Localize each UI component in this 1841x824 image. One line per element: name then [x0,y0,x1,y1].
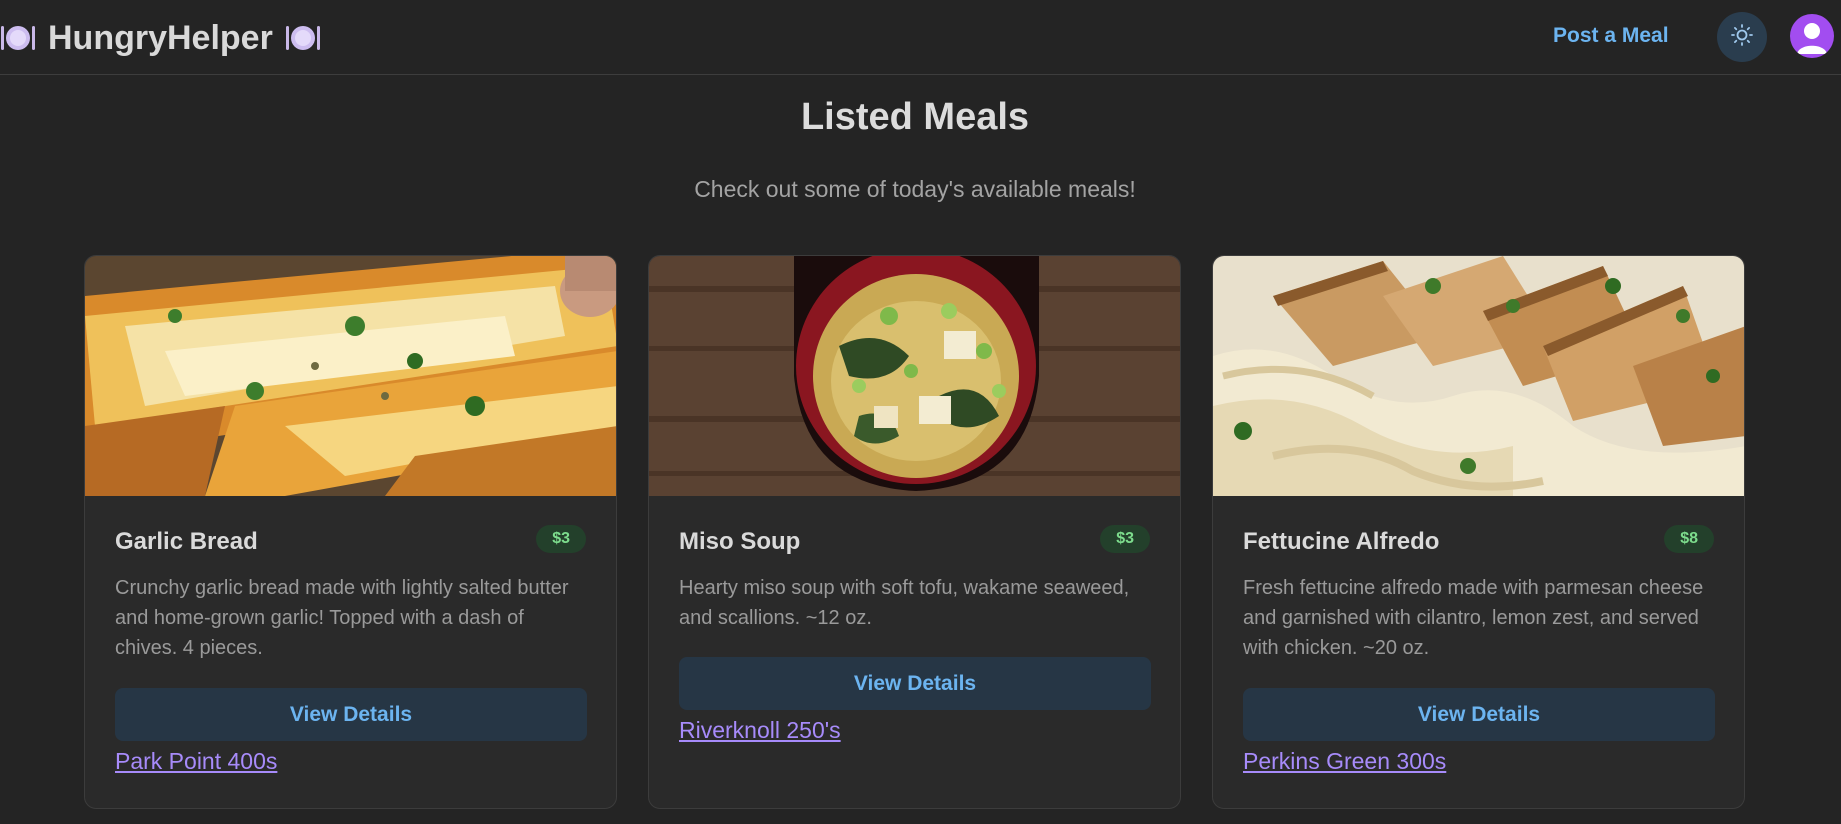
meal-description: Crunchy garlic bread made with lightly s… [115,577,569,659]
view-details-button[interactable]: View Details [1243,688,1715,741]
view-details-button[interactable]: View Details [679,657,1151,710]
meal-description: Hearty miso soup with soft tofu, wakame … [679,577,1130,629]
meal-card: Garlic Bread $3 Crunchy garlic bread mad… [84,255,617,809]
sun-icon [1730,23,1754,52]
location-link[interactable]: Perkins Green 300s [1243,748,1446,775]
meal-title: Miso Soup [679,528,801,555]
view-details-button[interactable]: View Details [115,688,587,741]
meal-description: Fresh fettucine alfredo made with parmes… [1243,577,1704,659]
price-badge: $3 [536,525,586,553]
top-navbar: HungryHelper Post a Meal [0,0,1841,75]
plate-icon [285,21,321,55]
fettucine-alfredo-photo [1213,256,1744,496]
location-link[interactable]: Park Point 400s [115,748,277,775]
plate-icon [0,21,36,55]
page-subtitle: Check out some of today's available meal… [694,176,1136,202]
theme-toggle-button[interactable] [1717,12,1767,62]
meal-card: Miso Soup $3 Hearty miso soup with soft … [648,255,1181,809]
miso-soup-photo [649,256,1180,496]
meal-card: Fettucine Alfredo $8 Fresh fettucine alf… [1212,255,1745,809]
price-badge: $3 [1100,525,1150,553]
user-icon [1790,23,1834,58]
user-avatar[interactable] [1790,14,1834,58]
brand-logo[interactable]: HungryHelper [0,18,321,58]
garlic-bread-photo [85,256,616,496]
meal-title: Fettucine Alfredo [1243,528,1440,555]
price-badge: $8 [1664,525,1714,553]
location-link[interactable]: Riverknoll 250's [679,717,841,744]
page-title: Listed Meals [800,96,1030,138]
app-name: HungryHelper [48,18,273,57]
post-meal-link[interactable]: Post a Meal [1553,24,1669,48]
meal-title: Garlic Bread [115,528,258,555]
